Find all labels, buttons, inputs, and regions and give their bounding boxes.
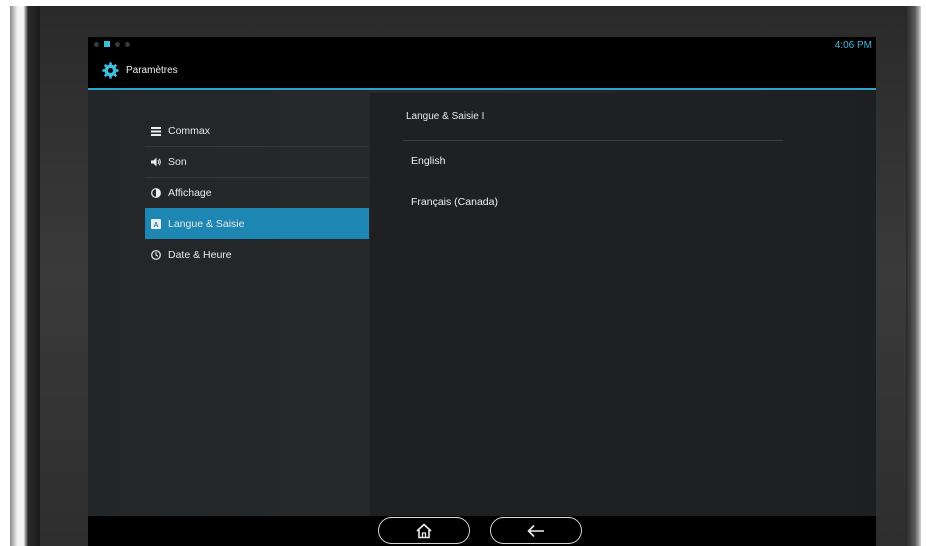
menu-item-label: Langue & Saisie bbox=[168, 217, 245, 230]
settings-content: Commax Son Affichage A Langue & Saisie D… bbox=[88, 90, 876, 516]
device-right-edge bbox=[906, 6, 921, 546]
device-left-edge bbox=[10, 6, 40, 546]
menu-item-label: Son bbox=[168, 155, 187, 168]
speaker-icon bbox=[151, 157, 161, 167]
settings-menu: Commax Son Affichage A Langue & Saisie D… bbox=[88, 90, 370, 516]
notification-icons bbox=[94, 41, 130, 47]
menu-item-son[interactable]: Son bbox=[145, 146, 369, 178]
notification-dot-icon bbox=[125, 41, 130, 47]
gear-icon bbox=[102, 62, 119, 79]
menu-item-label: Commax bbox=[168, 124, 211, 137]
action-bar: Paramètres bbox=[88, 53, 876, 90]
svg-text:A: A bbox=[153, 222, 158, 229]
language-panel: Langue & Saisie I English Français (Cana… bbox=[370, 93, 815, 516]
notification-app-icon bbox=[104, 41, 110, 47]
home-button[interactable] bbox=[378, 517, 470, 544]
language-option-english[interactable]: English bbox=[411, 155, 445, 167]
page-title: Paramètres bbox=[126, 65, 178, 76]
notification-dot-icon bbox=[115, 41, 120, 47]
panel-divider bbox=[403, 140, 783, 141]
status-time: 4:06 PM bbox=[834, 40, 872, 51]
contrast-icon bbox=[151, 187, 161, 198]
navigation-bar bbox=[88, 516, 876, 546]
menu-item-label: Date & Heure bbox=[168, 248, 232, 261]
status-bar: 4:06 PM bbox=[88, 37, 876, 53]
home-icon bbox=[416, 523, 432, 538]
menu-item-langue-saisie[interactable]: A Langue & Saisie bbox=[145, 208, 369, 239]
back-arrow-icon bbox=[527, 524, 544, 537]
back-button[interactable] bbox=[490, 517, 582, 544]
clock-icon bbox=[151, 249, 161, 260]
menu-item-affichage[interactable]: Affichage bbox=[145, 177, 369, 209]
device-screen: 4:06 PM Paramètres Commax Son Affichage … bbox=[88, 37, 876, 546]
panel-header: Langue & Saisie I bbox=[406, 111, 485, 122]
language-icon: A bbox=[151, 218, 161, 229]
menu-item-label: Affichage bbox=[168, 186, 212, 199]
notification-dot-icon bbox=[94, 41, 99, 47]
list-icon bbox=[151, 126, 161, 136]
menu-item-date-heure[interactable]: Date & Heure bbox=[145, 239, 369, 270]
language-option-francais[interactable]: Français (Canada) bbox=[411, 196, 498, 208]
menu-item-commax[interactable]: Commax bbox=[145, 115, 369, 147]
